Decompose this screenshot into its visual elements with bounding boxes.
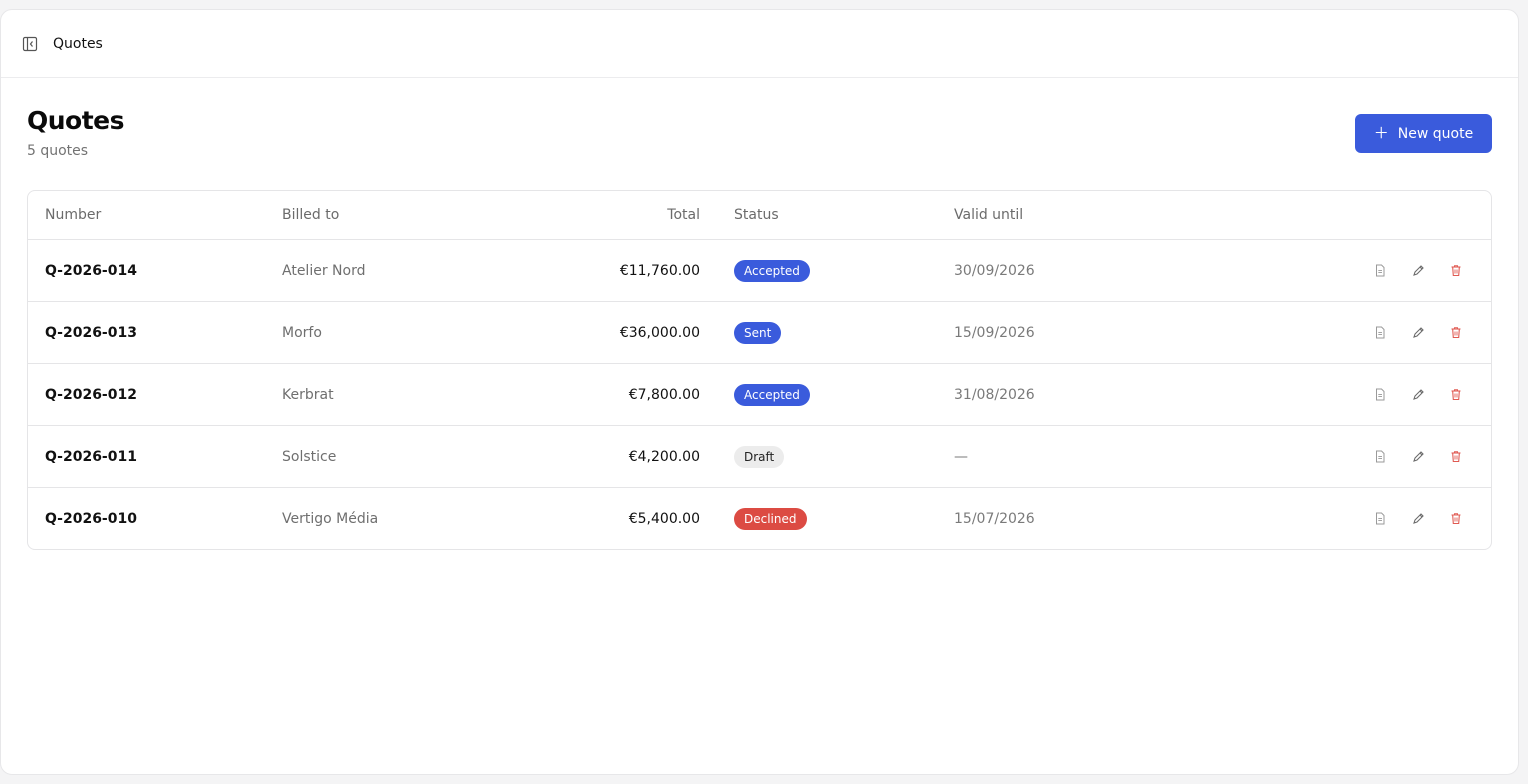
document-icon[interactable]	[1371, 448, 1389, 466]
billed-to: Morfo	[282, 301, 482, 364]
plus-icon: ＋	[1373, 124, 1389, 142]
valid-until: 31/08/2026	[954, 363, 1254, 426]
table-row[interactable]: Q-2026-011 Solstice €4,200.00 Draft —	[28, 425, 1491, 488]
page-header: Quotes 5 quotes ＋ New quote	[1, 78, 1518, 190]
table-row[interactable]: Q-2026-013 Morfo €36,000.00 Sent 15/09/2026	[28, 301, 1491, 364]
row-actions	[1254, 363, 1491, 426]
status-cell: Accepted	[734, 239, 954, 302]
column-header-status[interactable]: Status	[734, 191, 954, 240]
quote-total: €5,400.00	[628, 510, 700, 527]
table-row[interactable]: Q-2026-012 Kerbrat €7,800.00 Accepted 31/08/…	[28, 363, 1491, 426]
status-cell: Declined	[734, 488, 954, 550]
row-actions	[1254, 301, 1491, 364]
column-header-valid-until[interactable]: Valid until	[954, 191, 1254, 240]
quote-total: €11,760.00	[482, 239, 734, 302]
pencil-icon[interactable]	[1409, 386, 1427, 404]
quote-number[interactable]: Q-2026-011	[28, 425, 282, 488]
table-row[interactable]: Q-2026-014 Atelier Nord €11,760.00 Accepted…	[28, 239, 1491, 302]
quote-total: €7,800.00	[482, 363, 734, 426]
valid-until: —	[954, 425, 1254, 488]
pencil-icon[interactable]	[1409, 510, 1427, 528]
trash-icon[interactable]	[1447, 448, 1465, 466]
page-title: Quotes	[27, 106, 125, 135]
quote-number[interactable]: Q-2026-013	[28, 301, 282, 364]
column-header-billed-to[interactable]: Billed to	[282, 191, 482, 240]
valid-until: 15/09/2026	[954, 301, 1254, 364]
quote-total: €4,200.00	[482, 425, 734, 488]
status-cell: Draft	[734, 425, 954, 488]
status-badge: Accepted	[734, 259, 810, 282]
quotes-table: Number Billed to Total Status Valid unti…	[27, 190, 1492, 550]
quote-number[interactable]: Q-2026-010	[28, 488, 282, 550]
column-header-total[interactable]: Total	[482, 191, 734, 240]
column-header-actions	[1254, 191, 1491, 240]
row-actions	[1254, 239, 1491, 302]
trash-icon[interactable]	[1447, 324, 1465, 342]
quote-count: 5 quotes	[27, 143, 89, 159]
valid-until: 30/09/2026	[954, 239, 1254, 302]
status-badge: Draft	[734, 445, 785, 468]
table-row[interactable]: Q-2026-010 Vertigo Média €5,400.00 Declined…	[28, 488, 1491, 550]
new-quote-label: New quote	[1397, 125, 1474, 142]
pencil-icon[interactable]	[1409, 448, 1427, 466]
document-icon[interactable]	[1371, 386, 1389, 404]
app-window: Quotes Quotes 5 quotes ＋ New quote Numbe…	[0, 9, 1519, 775]
trash-icon[interactable]	[1447, 262, 1465, 280]
document-icon[interactable]	[1371, 324, 1389, 342]
new-quote-button[interactable]: ＋ New quote	[1355, 114, 1492, 153]
billed-to: Atelier Nord	[282, 239, 482, 302]
quote-number[interactable]: Q-2026-012	[28, 363, 282, 426]
document-icon[interactable]	[1371, 510, 1389, 528]
table-header-row: Number Billed to Total Status Valid unti…	[28, 191, 1491, 240]
valid-until: 15/07/2026	[954, 510, 1035, 527]
trash-icon[interactable]	[1447, 386, 1465, 404]
trash-icon[interactable]	[1447, 510, 1465, 528]
row-actions	[1254, 488, 1491, 550]
status-badge: Accepted	[734, 383, 810, 406]
column-header-number[interactable]: Number	[28, 191, 282, 240]
sidebar-collapse-icon[interactable]	[21, 35, 39, 53]
billed-to: Solstice	[282, 425, 482, 488]
breadcrumb: Quotes	[53, 35, 103, 52]
billed-to: Vertigo Média	[282, 510, 379, 527]
pencil-icon[interactable]	[1409, 262, 1427, 280]
topbar: Quotes	[1, 10, 1518, 78]
pencil-icon[interactable]	[1409, 324, 1427, 342]
quote-total: €36,000.00	[482, 301, 734, 364]
status-badge: Declined	[734, 507, 807, 530]
row-actions	[1254, 425, 1491, 488]
status-cell: Accepted	[734, 363, 954, 426]
status-cell: Sent	[734, 301, 954, 364]
status-badge: Sent	[734, 321, 782, 344]
quote-number[interactable]: Q-2026-014	[28, 239, 282, 302]
billed-to: Kerbrat	[282, 363, 482, 426]
document-icon[interactable]	[1371, 262, 1389, 280]
